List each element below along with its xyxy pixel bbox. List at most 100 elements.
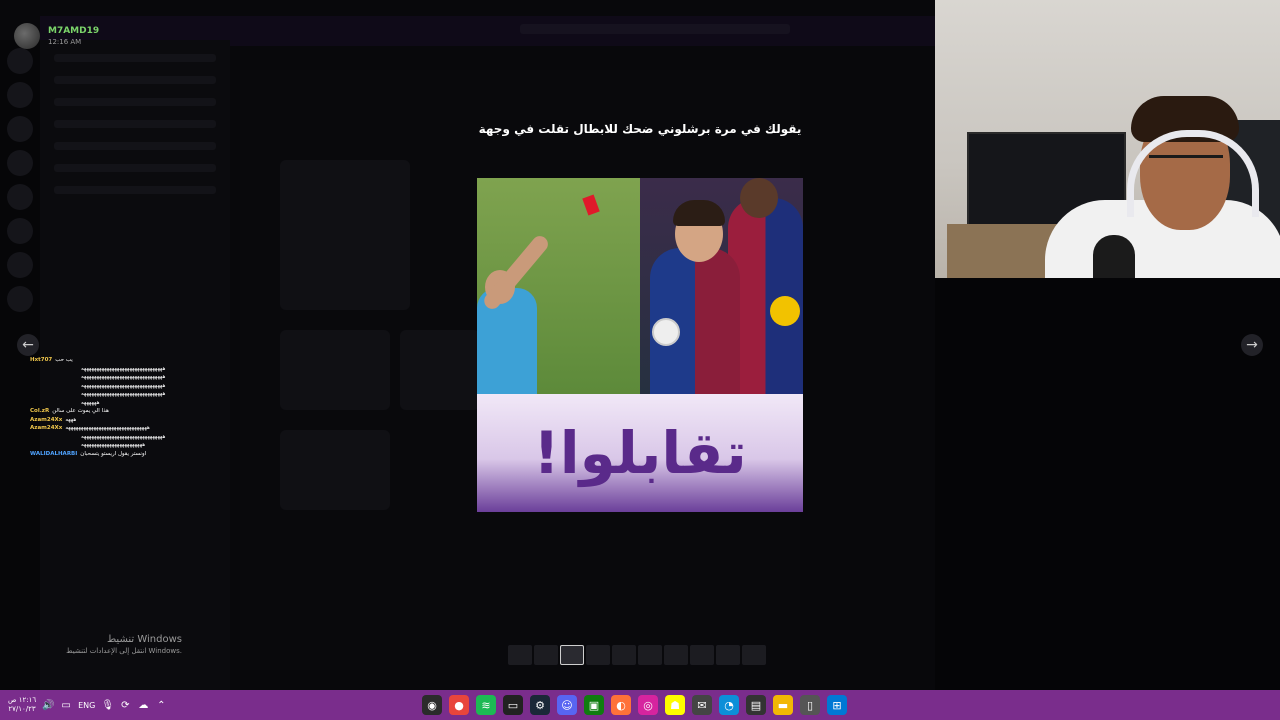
channel-item [54,120,216,128]
snapchat-icon[interactable]: ☗ [665,695,685,715]
champions-league-badge-icon [652,318,680,346]
stream-user-header: M7AMD19 12:16 AM [14,23,99,49]
player-head [740,178,778,218]
mail-icon[interactable]: ✉ [692,695,712,715]
thumbnail[interactable] [742,645,766,665]
thumbnail[interactable] [664,645,688,665]
banner-text [520,24,790,34]
clock-date: ٢٧/١٠/٢٣ [8,705,36,713]
steam-icon[interactable]: ⚙ [530,695,550,715]
chat-text: ههههههههههههههههههههههههههههههههه [81,433,166,440]
chat-text: ههههههههههههههههههههههههههههههههه [81,382,166,389]
chat-text: ههههههههههههههههههههههههههههههههه [65,425,150,431]
mic-icon[interactable]: 🎙 [101,700,114,711]
server-icon [7,116,33,142]
ghost-card [280,430,390,510]
xbox-icon[interactable]: ▣ [584,695,604,715]
thumbnail[interactable] [508,645,532,665]
chat-message: ههههههههههههههههههههههههههههههههه [30,382,240,391]
spotify-icon[interactable]: ≋ [476,695,496,715]
thumbnail[interactable] [586,645,610,665]
chat-text: ههههههههههههههههههههههههه [81,442,146,448]
chat-message: ههههههههههههههههههههههههههههههههه [30,390,240,399]
chat-text: هههه [65,416,77,423]
channel-item [54,142,216,150]
clock-time: ١٢:١٦ ص [8,696,37,704]
edge-icon[interactable]: ◔ [719,695,739,715]
server-icon [7,218,33,244]
chat-text: يب حب [55,357,73,363]
folder-icon[interactable]: ▬ [773,695,793,715]
players-frame [640,178,803,394]
taskbar-clock[interactable]: ١٢:١٦ ص ٢٧/١٠/٢٣ [8,696,36,714]
chat-text: ههههههه [81,399,100,406]
notepad-icon[interactable]: ▯ [800,695,820,715]
terminal-icon[interactable]: ▭ [503,695,523,715]
chevron-up-icon[interactable]: ⌃ [155,700,167,711]
thumbnail[interactable] [716,645,740,665]
obs-icon[interactable]: ◉ [422,695,442,715]
server-icon [7,286,33,312]
instagram-icon[interactable]: ◎ [638,695,658,715]
post-caption: يقولك في مرة برشلوني ضحك للابطال تقلت في… [478,122,802,136]
channel-item [54,98,216,106]
volume-icon[interactable]: 🔊 [42,700,54,711]
server-icon [7,48,33,74]
server-icon [7,252,33,278]
clapper-icon[interactable]: ▤ [746,695,766,715]
chat-text: ههههههههههههههههههههههههههههههههه [81,391,166,397]
network-icon[interactable]: ▭ [60,700,72,711]
chat-username: WALIDALHARBI [30,450,78,457]
thumbnail[interactable] [612,645,636,665]
chat-message: ههههههههههههههههههههههههههههههههه [30,365,240,374]
chat-message: Azam24Xx هههههههههههههههههههههههههههههههه… [30,424,240,433]
chat-username: Hxt707 [30,357,53,363]
server-icon [7,184,33,210]
thumbnail[interactable] [638,645,662,665]
avatar[interactable] [14,23,40,49]
thumbnail-active[interactable] [560,645,584,665]
sync-icon[interactable]: ⟳ [119,700,131,711]
chat-text: هذا الي يموت على سالن [52,408,109,414]
previous-arrow-icon[interactable]: ← [17,334,39,356]
firefox-icon[interactable]: ◐ [611,695,631,715]
thumbnail[interactable] [534,645,558,665]
chat-username: Azam24Xx [30,416,63,423]
chat-message: Azam24Xx هههه [30,416,240,425]
sponsor-logo-icon [770,296,800,326]
chat-text: ههههههههههههههههههههههههههههههههه [81,374,166,380]
timestamp: 12:16 AM [48,38,82,46]
next-arrow-icon[interactable]: → [1241,334,1263,356]
chrome-icon[interactable]: ● [449,695,469,715]
webcam-overlay [935,0,1280,278]
windows-activation-watermark: تنشيط Windows انتقل إلى الإعدادات لتنشيط… [60,634,182,655]
thumbnail-strip [508,645,766,665]
chat-text: ههههههههههههههههههههههههههههههههه [81,365,166,372]
chat-username: Col.zR [30,408,50,414]
media-viewer[interactable]: تقابلوا! [477,178,803,512]
chat-username: Azam24Xx [30,425,63,431]
player-hair [673,200,725,226]
chat-message: ههههههههههههههههههههههههههههههههه [30,373,240,382]
username[interactable]: M7AMD19 [48,26,99,36]
chat-message: WALIDALHARBI اونستر يقول اريستو يتسحبان [30,450,240,459]
chat-message: ههههههه [30,399,240,408]
microphone-icon [1093,235,1135,278]
chat-overlay: Hxt707 يب حب ههههههههههههههههههههههههههههه… [30,356,240,458]
chat-text: اونستر يقول اريستو يتسحبان [80,450,147,457]
cloud-icon[interactable]: ☁ [137,700,149,711]
channel-item [54,186,216,194]
channel-item [54,76,216,84]
chat-message: ههههههههههههههههههههههههه [30,441,240,450]
system-tray: ١٢:١٦ ص ٢٧/١٠/٢٣ 🔊 ▭ ENG 🎙 ⟳ ☁ ⌃ [8,690,167,720]
server-icon [7,150,33,176]
ghost-card [400,330,480,410]
chat-message: Col.zR هذا الي يموت على سالن [30,407,240,416]
language-indicator[interactable]: ENG [78,701,95,710]
channel-item [54,54,216,62]
discord-icon[interactable]: ☺ [557,695,577,715]
thumbnail[interactable] [690,645,714,665]
chat-message: Hxt707 يب حب [30,356,240,365]
windows-icon[interactable]: ⊞ [827,695,847,715]
ghost-card [280,160,410,310]
